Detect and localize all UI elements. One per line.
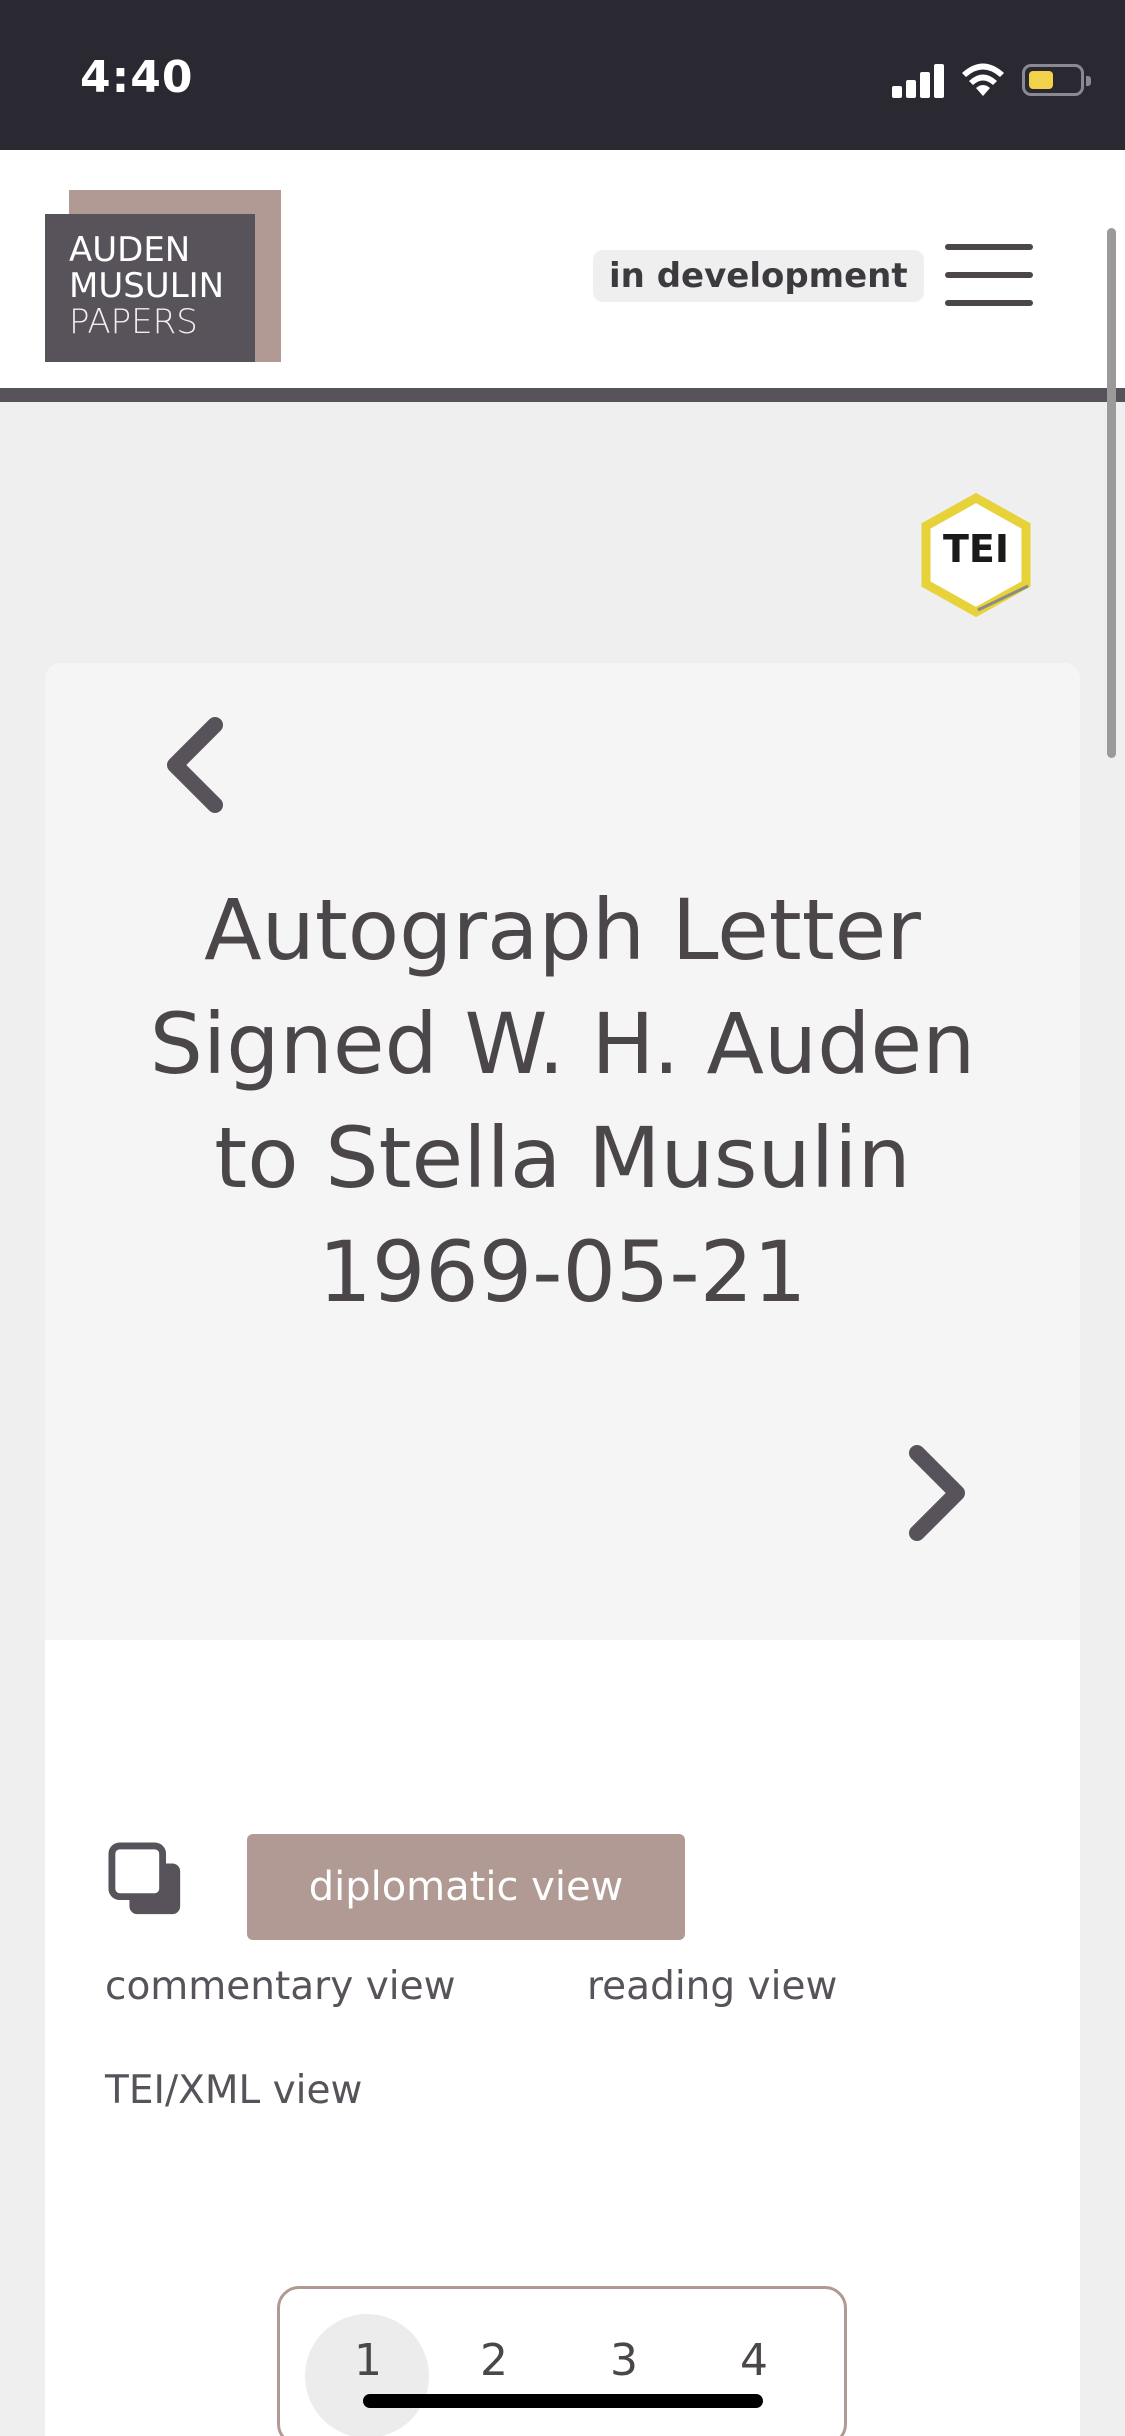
- page-pagination: 1 2 3 4: [277, 2286, 847, 2436]
- cellular-signal-icon: [892, 62, 944, 98]
- logo-line-3: PAPERS: [69, 302, 198, 342]
- hamburger-menu-icon[interactable]: [945, 240, 1033, 310]
- logo-line-2: MUSULIN: [69, 266, 225, 306]
- commentary-view-link[interactable]: commentary view: [105, 1964, 456, 2009]
- page-button-1[interactable]: 1: [354, 2335, 382, 2386]
- document-title: Autograph Letter Signed W. H. Auden to S…: [149, 881, 976, 1321]
- status-time: 4:40: [80, 52, 194, 103]
- site-logo[interactable]: AUDEN MUSULIN PAPERS: [45, 190, 281, 362]
- site-header: AUDEN MUSULIN PAPERS in development: [0, 150, 1125, 402]
- diplomatic-view-button[interactable]: diplomatic view: [247, 1834, 685, 1940]
- tei-xml-view-link[interactable]: TEI/XML view: [105, 2068, 362, 2113]
- page-scrollbar[interactable]: [1107, 228, 1116, 758]
- page-button-4[interactable]: 4: [740, 2335, 768, 2386]
- next-document-button[interactable]: [887, 1433, 987, 1553]
- page-button-3[interactable]: 3: [610, 2335, 638, 2386]
- previous-document-button[interactable]: [145, 705, 245, 825]
- development-status-badge: in development: [593, 250, 924, 302]
- tei-logo-icon[interactable]: TEI: [918, 492, 1034, 618]
- battery-icon: [1022, 64, 1091, 96]
- reading-view-link[interactable]: reading view: [587, 1964, 837, 2009]
- logo-line-1: AUDEN: [69, 230, 191, 270]
- document-header: Autograph Letter Signed W. H. Auden to S…: [45, 663, 1080, 1640]
- document-card: Autograph Letter Signed W. H. Auden to S…: [45, 663, 1080, 2436]
- status-bar: 4:40: [0, 0, 1125, 150]
- page-button-2[interactable]: 2: [480, 2335, 508, 2386]
- home-indicator[interactable]: [363, 2394, 763, 2408]
- wifi-icon: [962, 63, 1004, 96]
- copy-icon[interactable]: [108, 1842, 186, 1920]
- tei-logo-text: TEI: [943, 527, 1009, 571]
